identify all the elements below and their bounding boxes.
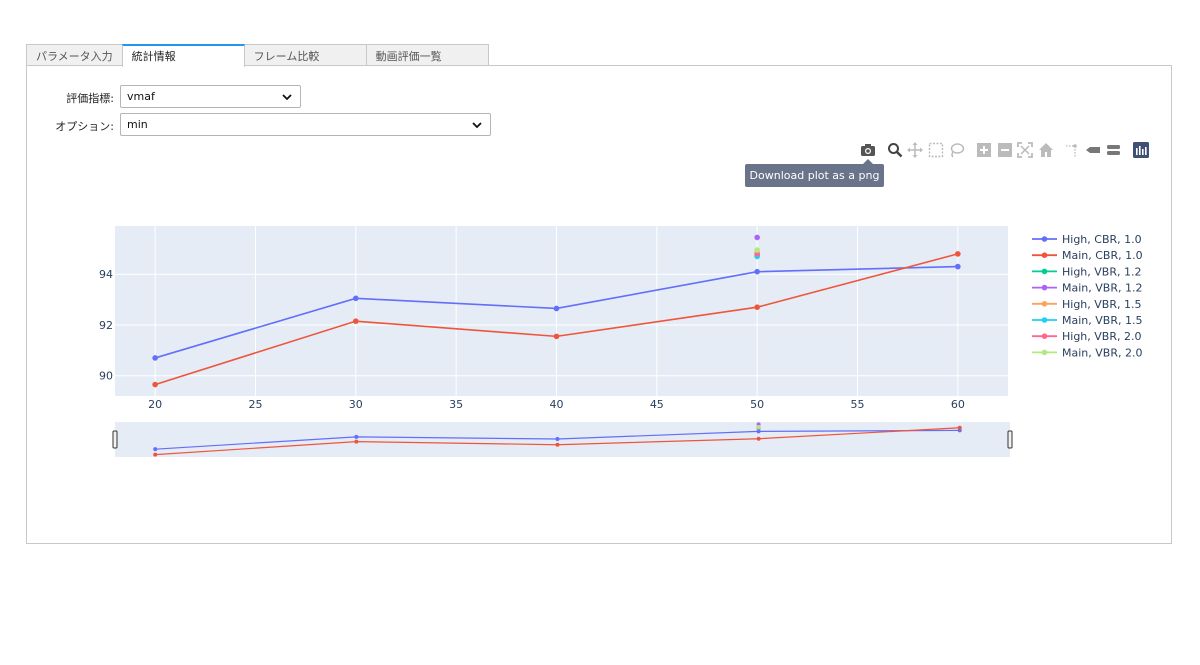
tab-statistics[interactable]: 統計情報	[121, 44, 245, 67]
metric-label: 評価指標:	[66, 92, 114, 105]
hover-closest-icon[interactable]	[1085, 142, 1101, 158]
metric-select[interactable]: vmaf	[120, 85, 301, 108]
plotly-logo-icon[interactable]	[1133, 142, 1149, 158]
reset-axes-icon[interactable]	[1038, 142, 1054, 158]
statistics-panel	[26, 65, 1172, 544]
pan-icon[interactable]	[907, 142, 923, 158]
zoom-out-icon[interactable]	[997, 142, 1013, 158]
autoscale-icon[interactable]	[1017, 142, 1033, 158]
tab-parameter-input[interactable]: パラメータ入力	[26, 44, 123, 66]
hover-compare-icon[interactable]	[1105, 142, 1121, 158]
spike-lines-icon[interactable]	[1064, 142, 1080, 158]
tab-video-evaluation-list[interactable]: 動画評価一覧	[365, 44, 489, 66]
camera-icon[interactable]	[860, 142, 876, 158]
chevron-down-icon	[472, 122, 482, 129]
zoom-icon[interactable]	[887, 142, 903, 158]
option-select-value: min	[127, 118, 148, 131]
option-label: オプション:	[55, 120, 114, 133]
tab-bar: パラメータ入力 統計情報 フレーム比較 動画評価一覧	[26, 44, 489, 67]
chevron-down-icon	[282, 94, 292, 101]
lasso-icon[interactable]	[949, 142, 965, 158]
box-select-icon[interactable]	[928, 142, 944, 158]
modebar-tooltip: Download plot as a png	[745, 159, 884, 187]
metric-select-value: vmaf	[127, 90, 155, 103]
option-select[interactable]: min	[120, 113, 491, 136]
tab-frame-comparison[interactable]: フレーム比較	[243, 44, 367, 66]
zoom-in-icon[interactable]	[976, 142, 992, 158]
